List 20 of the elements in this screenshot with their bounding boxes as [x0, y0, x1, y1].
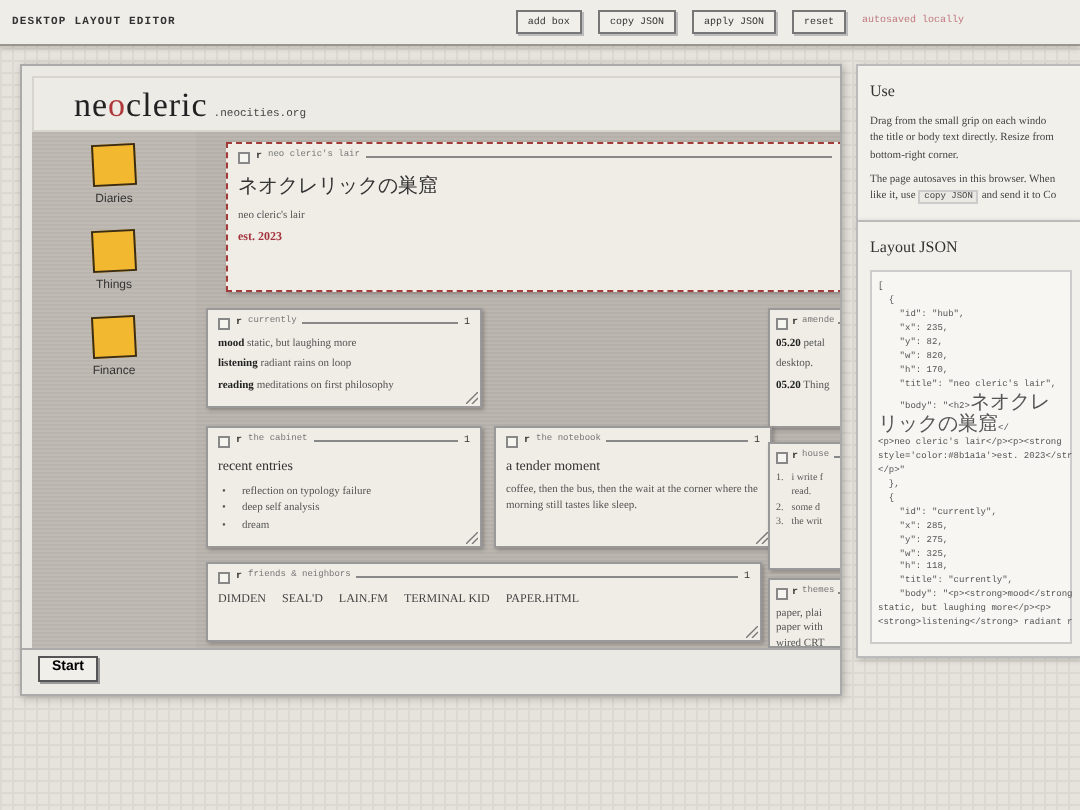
resize-grip-icon[interactable]	[746, 626, 758, 638]
json-code-block[interactable]	[870, 270, 1072, 645]
window-checkbox[interactable]	[776, 587, 788, 600]
window-checkbox[interactable]	[218, 435, 230, 448]
window-checkbox[interactable]	[506, 435, 518, 448]
window-checkbox[interactable]	[776, 317, 788, 330]
resize-grip-icon[interactable]	[466, 392, 478, 404]
resize-grip-icon[interactable]	[466, 532, 478, 544]
window-checkbox[interactable]	[218, 317, 230, 330]
folder-icon[interactable]	[90, 228, 138, 274]
panel-title: Use	[870, 80, 897, 104]
window-checkbox[interactable]	[776, 451, 788, 464]
resize-grip-icon[interactable]	[756, 532, 768, 544]
folder-icon[interactable]	[90, 142, 138, 188]
folder-icon[interactable]	[90, 314, 138, 360]
window-checkbox[interactable]	[218, 571, 230, 584]
window-checkbox[interactable]	[238, 151, 250, 164]
window-heading: ネオクレリックの巣窟	[238, 173, 440, 201]
panel-title: Layout JSON	[870, 236, 960, 260]
site-logo: neocleric	[74, 88, 208, 122]
